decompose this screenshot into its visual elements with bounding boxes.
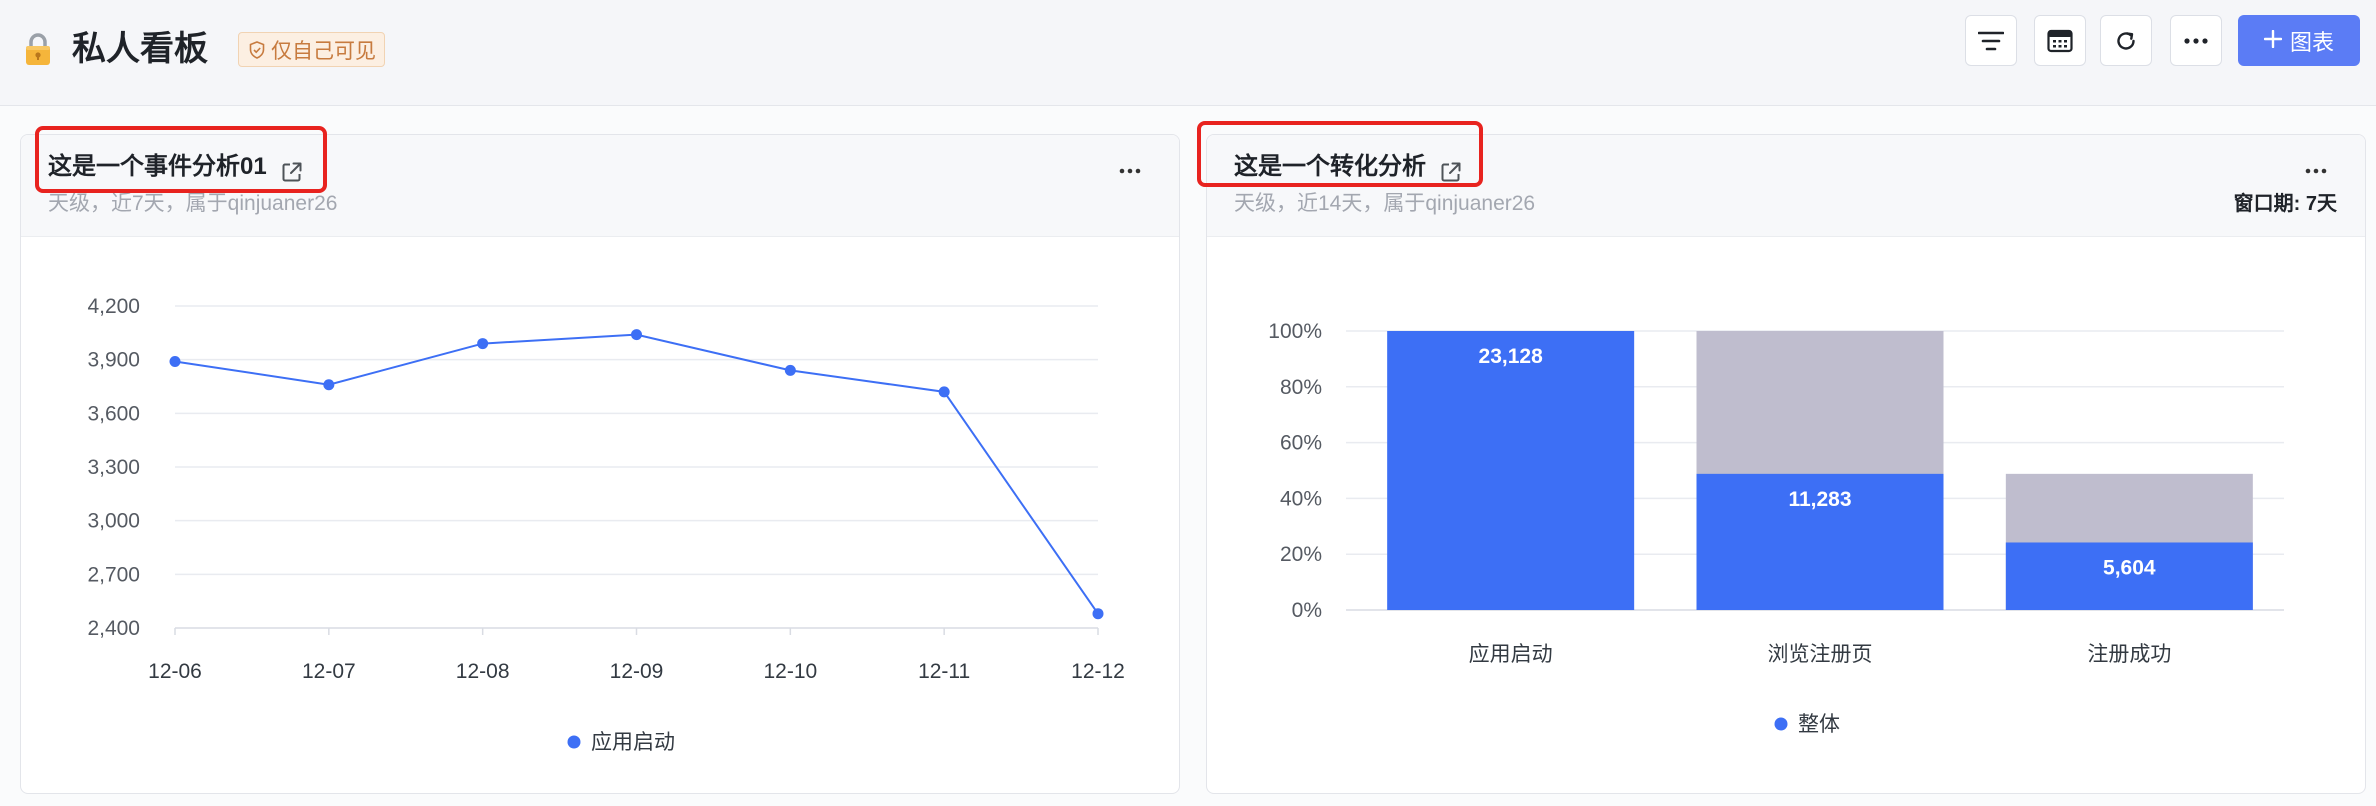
add-chart-label: 图表: [2289, 29, 2334, 55]
bar-conversion: [1387, 331, 1635, 610]
x-tick-label: 注册成功: [2087, 643, 2171, 666]
x-tick-label: 浏览注册页: [1768, 643, 1873, 666]
data-point: [1092, 608, 1104, 620]
y-tick-label: 60%: [1280, 432, 1322, 455]
refresh-button[interactable]: [2100, 15, 2152, 66]
card-subtitle: 天级，近7天，属于qinjuaner26: [48, 192, 338, 215]
card-more-button[interactable]: [1115, 155, 1145, 185]
more-icon: [2183, 37, 2209, 45]
series-line-应用启动: [174, 333, 1099, 615]
window-period-label: 窗口期: 7天: [2233, 193, 2337, 215]
card-header: 这是一个事件分析01 天级，近7天，属于qinjuaner26: [21, 135, 1179, 237]
date-range-button[interactable]: [2034, 15, 2086, 66]
legend-marker: [1774, 717, 1788, 731]
y-tick-label: 2,700: [87, 563, 140, 586]
card-title-text[interactable]: 这是一个转化分析: [1234, 147, 1426, 187]
x-tick-label: 12-12: [1071, 660, 1125, 683]
data-point: [631, 329, 642, 341]
more-icon: [1119, 161, 1141, 179]
x-tick-label: 应用启动: [1469, 643, 1553, 666]
legend-marker: [567, 735, 581, 749]
legend-label: 整体: [1798, 713, 1840, 736]
x-tick-label: 12-08: [456, 660, 510, 683]
data-point: [938, 386, 950, 398]
y-tick-label: 3,600: [87, 402, 140, 425]
y-tick-label: 80%: [1280, 376, 1322, 399]
data-point: [477, 338, 489, 350]
bar-value-label: 11,283: [1788, 488, 1851, 511]
y-tick-label: 20%: [1280, 543, 1322, 566]
conversion-analysis-card: 这是一个转化分析 天级，近14天，属于qinjuaner26 窗口期: 7天 0…: [1206, 134, 2366, 794]
y-tick-label: 40%: [1280, 487, 1322, 510]
refresh-icon: [2114, 29, 2138, 53]
plus-icon: [2263, 28, 2283, 54]
more-options-button[interactable]: [2170, 15, 2222, 66]
filter-icon: [1978, 30, 2004, 52]
data-point: [323, 379, 335, 391]
y-tick-label: 3,900: [87, 349, 140, 372]
card-title: 这是一个事件分析01: [48, 147, 303, 187]
visibility-badge: 仅自己可见: [238, 32, 385, 67]
external-link-icon[interactable]: [281, 156, 303, 182]
more-icon: [2305, 161, 2327, 179]
y-tick-label: 3,300: [87, 456, 140, 479]
shield-check-icon: [247, 40, 267, 60]
y-tick-label: 4,200: [87, 295, 140, 318]
conversion-bar-chart: 0% 20% 40% 60% 80% 100% 23,128 应用启动 11,283 浏览注册页 5…: [1268, 320, 2284, 736]
line-chart: 2,400 2,700 3,000 3,300 3,600 3,900 4,200 12-06…: [87, 295, 1125, 754]
x-tick-label: 12-07: [302, 660, 356, 683]
dashboard-header: 私人看板 仅自己可见 图表: [0, 0, 2376, 106]
legend-label: 应用启动: [591, 731, 675, 754]
card-subtitle: 天级，近14天，属于qinjuaner26: [1234, 192, 1536, 215]
event-analysis-card: 这是一个事件分析01 天级，近7天，属于qinjuaner26 2,400 2,7…: [20, 134, 1180, 794]
x-tick-label: 12-09: [610, 660, 664, 683]
visibility-badge-label: 仅自己可见: [271, 39, 376, 63]
page-title: 私人看板: [72, 30, 208, 68]
x-tick-label: 12-11: [918, 660, 970, 683]
data-point: [169, 355, 181, 367]
filter-button[interactable]: [1965, 15, 2017, 66]
bar-value-label: 23,128: [1479, 345, 1544, 368]
card-body: 2,400 2,700 3,000 3,300 3,600 3,900 4,200 12-06…: [21, 237, 1179, 793]
card-more-button[interactable]: [2301, 155, 2331, 185]
external-link-icon[interactable]: [1440, 156, 1462, 182]
y-tick-label: 0%: [1292, 599, 1322, 622]
bar-value-label: 5,604: [2103, 556, 2156, 579]
x-tick-label: 12-10: [763, 660, 817, 683]
y-tick-label: 3,000: [87, 510, 140, 533]
add-chart-button[interactable]: 图表: [2238, 15, 2360, 66]
lock-icon: [23, 32, 53, 66]
y-tick-label: 2,400: [87, 617, 140, 640]
card-title: 这是一个转化分析: [1234, 147, 1462, 187]
calendar-icon: [2047, 29, 2073, 53]
y-tick-label: 100%: [1268, 320, 1322, 343]
card-header: 这是一个转化分析 天级，近14天，属于qinjuaner26 窗口期: 7天: [1207, 135, 2365, 237]
card-body: 0% 20% 40% 60% 80% 100% 23,128 应用启动 11,283 浏览注册页 5…: [1207, 237, 2365, 793]
data-point: [784, 364, 796, 376]
card-title-text[interactable]: 这是一个事件分析01: [48, 147, 267, 187]
x-tick-label: 12-06: [148, 660, 202, 683]
